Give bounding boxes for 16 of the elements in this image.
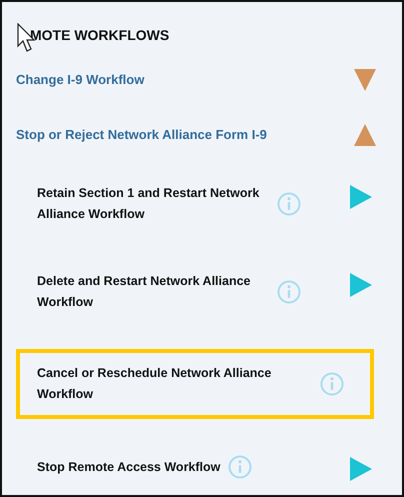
workflow-option[interactable]: Cancel or Reschedule Network Alliance Workflow xyxy=(37,363,312,405)
workflow-option[interactable]: Stop Remote Access Workflow xyxy=(37,456,220,478)
workflow-option[interactable]: Delete and Restart Network Alliance Workflow xyxy=(37,271,269,313)
play-icon[interactable] xyxy=(350,185,372,209)
workflow-option[interactable]: Retain Section 1 and Restart Network Alliance Workflow xyxy=(37,183,269,225)
info-icon[interactable] xyxy=(277,280,301,304)
play-icon[interactable] xyxy=(350,457,372,481)
triangle-down-icon[interactable] xyxy=(354,69,376,91)
section-heading: MOTE WORKFLOWS xyxy=(30,26,170,44)
triangle-up-icon[interactable] xyxy=(354,124,376,146)
info-icon[interactable] xyxy=(228,455,252,479)
group-title[interactable]: Change I-9 Workflow xyxy=(16,70,144,90)
info-icon[interactable] xyxy=(277,192,301,216)
info-icon[interactable] xyxy=(320,372,344,396)
play-icon[interactable] xyxy=(350,273,372,297)
group-title[interactable]: Stop or Reject Network Alliance Form I-9 xyxy=(16,125,267,145)
